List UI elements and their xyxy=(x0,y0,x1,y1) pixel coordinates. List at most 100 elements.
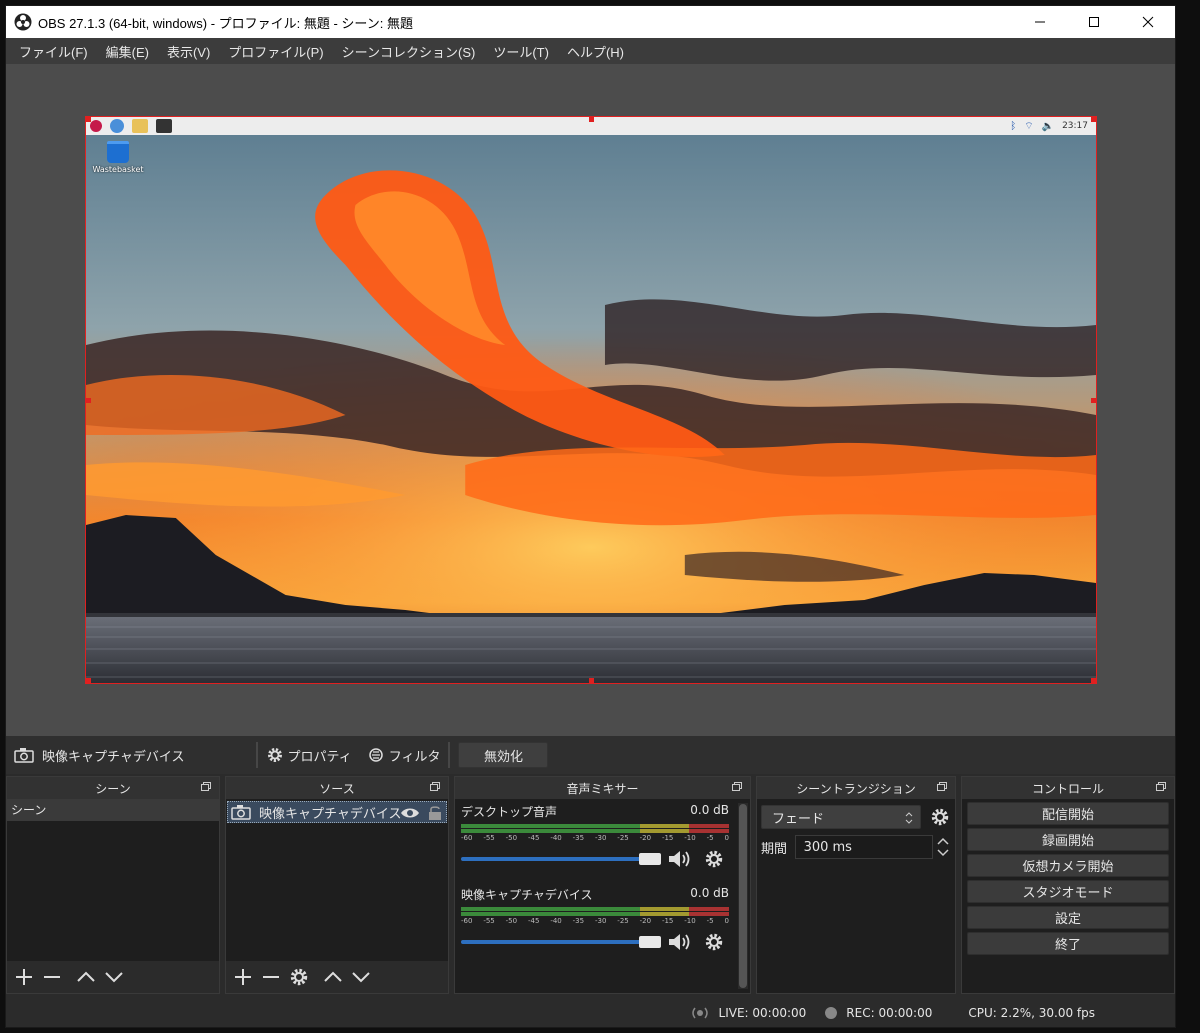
decrement-icon[interactable] xyxy=(935,847,951,859)
tick-label: -30 xyxy=(594,917,607,925)
scenes-dock-title: シーン xyxy=(95,781,131,796)
lock-icon[interactable] xyxy=(428,805,442,821)
menu-profile[interactable]: プロファイル(P) xyxy=(219,42,332,61)
close-button[interactable] xyxy=(1121,6,1175,38)
tick-label: -40 xyxy=(550,917,562,925)
tick-label: -45 xyxy=(527,834,540,842)
menu-view[interactable]: 表示(V) xyxy=(158,42,219,61)
source-properties-gear-icon[interactable] xyxy=(288,966,310,988)
mixer-channel-capture: 映像キャプチャデバイス 0.0 dB -60 -55 -50 -45 -40 -35 -30… xyxy=(455,882,735,953)
add-scene-icon[interactable] xyxy=(13,966,35,988)
resize-handle-tr[interactable] xyxy=(1091,117,1096,122)
dropdown-updown-icon xyxy=(905,812,913,824)
resize-handle-bl[interactable] xyxy=(86,678,91,683)
visibility-eye-icon[interactable] xyxy=(400,806,420,820)
window-title: OBS 27.1.3 (64-bit, windows) - プロファイル: 無… xyxy=(38,15,413,31)
tick-label: -5 xyxy=(706,834,714,842)
mixer-scrollbar[interactable] xyxy=(738,803,748,989)
add-source-icon[interactable] xyxy=(232,966,254,988)
menu-tools[interactable]: ツール(T) xyxy=(484,42,558,61)
resize-handle-tm[interactable] xyxy=(589,117,594,122)
speaker-icon[interactable] xyxy=(667,931,695,953)
speaker-icon[interactable] xyxy=(667,848,695,870)
wifi-icon: ⌔ xyxy=(1024,120,1034,132)
camera-icon xyxy=(231,805,251,820)
volume-meter xyxy=(461,824,729,828)
rec-timer: REC: 00:00:00 xyxy=(846,1005,933,1020)
selected-source-name: 映像キャプチャデバイス xyxy=(42,749,185,765)
move-down-icon[interactable] xyxy=(350,966,372,988)
move-up-icon[interactable] xyxy=(75,966,97,988)
disable-button[interactable]: 無効化 xyxy=(458,742,549,768)
tick-label: -60 xyxy=(461,917,473,925)
start-virtual-camera-button[interactable]: 仮想カメラ開始 xyxy=(967,854,1169,877)
disable-label: 無効化 xyxy=(483,749,523,765)
properties-button[interactable]: プロパティ xyxy=(266,746,352,765)
maximize-button[interactable] xyxy=(1067,6,1121,38)
menu-help[interactable]: ヘルプ(H) xyxy=(558,42,633,61)
preview-canvas[interactable]: ᛒ ⌔ 🔈 23:17 Wastebasket xyxy=(85,116,1097,684)
move-down-icon[interactable] xyxy=(103,966,125,988)
menu-edit[interactable]: 編集(E) xyxy=(97,42,158,61)
controls-dock-title: コントロール xyxy=(1031,781,1104,796)
channel-settings-gear-icon[interactable] xyxy=(703,848,725,870)
menu-scene-collection[interactable]: シーンコレクション(S) xyxy=(333,42,485,61)
slider-knob[interactable] xyxy=(639,853,661,865)
exit-button[interactable]: 終了 xyxy=(967,932,1169,955)
volume-meter xyxy=(461,907,729,911)
sources-dock-title: ソース xyxy=(319,781,355,796)
settings-button[interactable]: 設定 xyxy=(967,906,1169,929)
volume-slider[interactable] xyxy=(461,935,661,949)
scene-list-item[interactable]: シーン xyxy=(7,799,219,821)
tick-label: -35 xyxy=(572,834,585,842)
meter-scale: -60 -55 -50 -45 -40 -35 -30 -25 -20 -15 -10 -5 0 xyxy=(461,917,729,925)
volume-slider[interactable] xyxy=(461,852,661,866)
undock-icon[interactable] xyxy=(937,782,947,791)
scene-transitions-dock: シーントランジション フェード 期間 300 ms xyxy=(756,776,956,994)
tick-label: -45 xyxy=(527,917,540,925)
undock-icon[interactable] xyxy=(1156,782,1166,791)
resize-handle-ml[interactable] xyxy=(86,398,91,403)
transition-select[interactable]: フェード xyxy=(761,805,921,829)
slider-track xyxy=(461,857,661,861)
minimize-button[interactable] xyxy=(1013,6,1067,38)
channel-name: 映像キャプチャデバイス xyxy=(461,888,593,902)
studio-mode-button[interactable]: スタジオモード xyxy=(967,880,1169,903)
sources-dock: ソース 映像キャプチャデバイス xyxy=(225,776,449,994)
resize-handle-bm[interactable] xyxy=(589,678,594,683)
filters-button[interactable]: フィルタ xyxy=(368,746,440,765)
undock-icon[interactable] xyxy=(430,782,440,791)
mixer-scrollbar-thumb[interactable] xyxy=(739,804,747,988)
channel-db: 0.0 dB xyxy=(690,886,729,900)
scenes-toolbar xyxy=(7,961,219,993)
slider-knob[interactable] xyxy=(639,936,661,948)
properties-label: プロパティ xyxy=(287,749,352,765)
undock-icon[interactable] xyxy=(201,782,211,791)
tick-label: -15 xyxy=(661,834,674,842)
duration-input[interactable]: 300 ms xyxy=(794,835,933,859)
tick-label: -20 xyxy=(639,834,652,842)
start-recording-button[interactable]: 録画開始 xyxy=(967,828,1169,851)
increment-icon[interactable] xyxy=(935,835,951,847)
move-up-icon[interactable] xyxy=(322,966,344,988)
scenes-dock-header: シーン xyxy=(7,777,219,799)
transition-settings-gear-icon[interactable] xyxy=(929,806,951,828)
live-broadcast-icon xyxy=(691,1007,708,1018)
resize-handle-tl[interactable] xyxy=(86,117,91,122)
start-streaming-button[interactable]: 配信開始 xyxy=(967,802,1169,825)
menu-file[interactable]: ファイル(F) xyxy=(10,42,97,61)
source-list-item[interactable]: 映像キャプチャデバイス xyxy=(227,801,447,823)
volume-icon: 🔈 xyxy=(1041,120,1055,132)
source-name: 映像キャプチャデバイス xyxy=(259,806,402,822)
preview-area[interactable]: ᛒ ⌔ 🔈 23:17 Wastebasket xyxy=(6,64,1175,736)
resize-handle-br[interactable] xyxy=(1091,678,1096,683)
tick-label: -20 xyxy=(639,917,652,925)
undock-icon[interactable] xyxy=(732,782,742,791)
resize-handle-mr[interactable] xyxy=(1091,398,1096,403)
channel-settings-gear-icon[interactable] xyxy=(703,931,725,953)
meter-scale: -60 -55 -50 -45 -40 -35 -30 -25 -20 -15 -10 -5 0 xyxy=(461,834,729,842)
remove-scene-icon[interactable] xyxy=(41,966,63,988)
wastebasket-desktop-icon[interactable]: Wastebasket xyxy=(92,141,144,174)
remove-source-icon[interactable] xyxy=(260,966,282,988)
toolbar-separator xyxy=(256,742,259,768)
